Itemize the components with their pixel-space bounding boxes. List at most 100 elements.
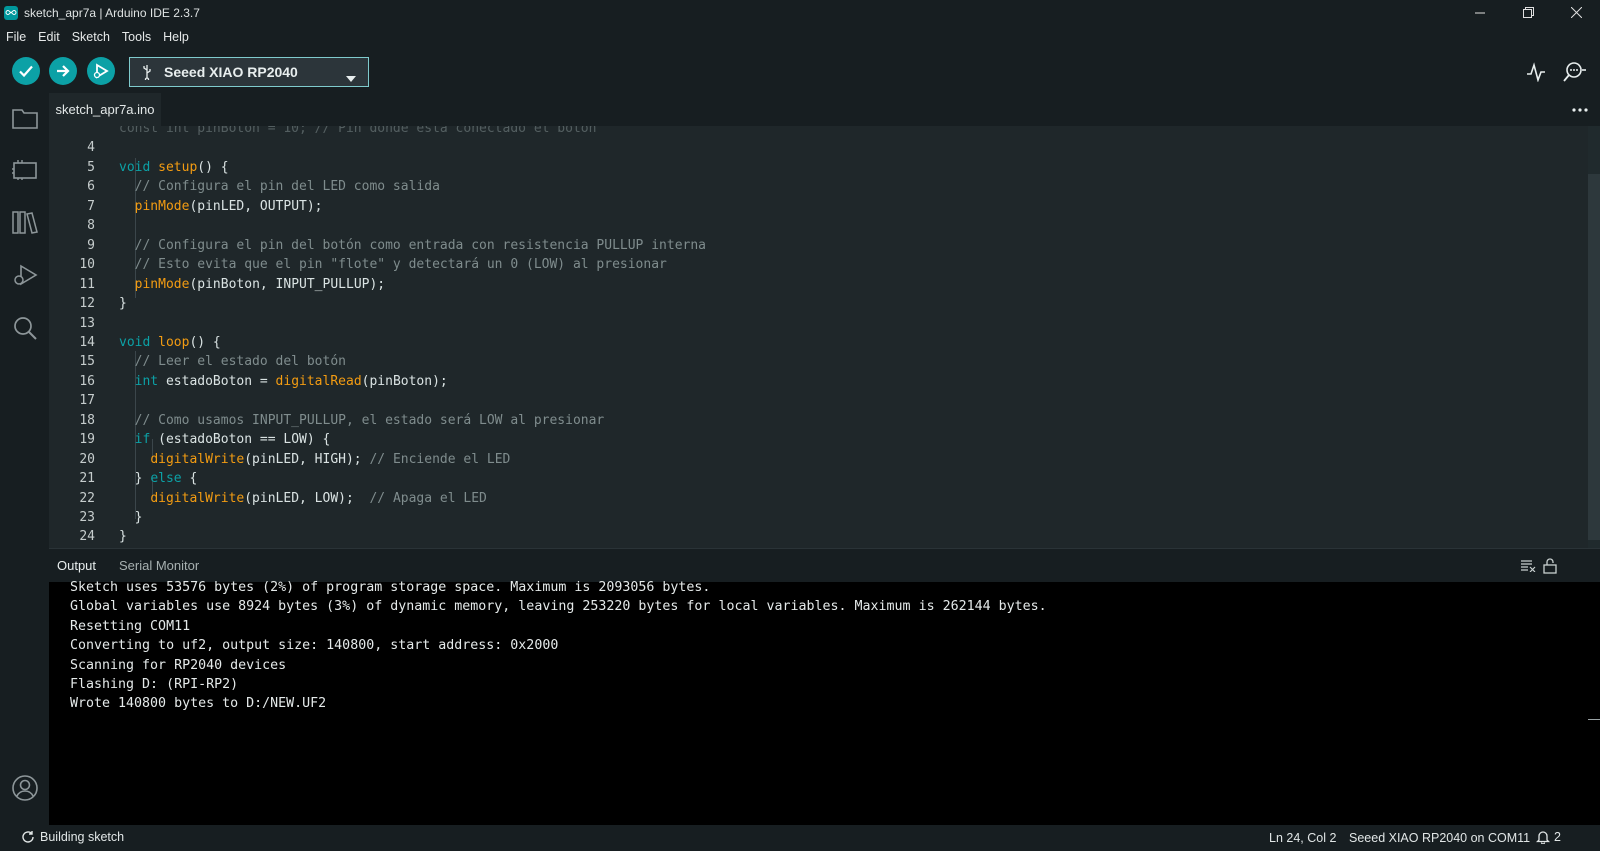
code-line[interactable]: const int pinBoton = 10; // Pin donde es… <box>49 126 1589 139</box>
code-line[interactable]: 11 pinMode(pinBoton, INPUT_PULLUP); <box>49 275 1589 295</box>
search-icon[interactable] <box>11 314 39 342</box>
output-line: Flashing D: (RPI-RP2) <box>70 677 239 692</box>
code-line[interactable]: 9 // Configura el pin del botón como ent… <box>49 236 1589 256</box>
output-line: Converting to uf2, output size: 140800, … <box>70 638 559 654</box>
close-button[interactable] <box>1552 0 1600 25</box>
chevron-down-icon <box>346 69 356 87</box>
line-number: 21 <box>79 471 95 487</box>
line-number: 11 <box>79 276 95 292</box>
clear-output-icon[interactable] <box>1520 557 1538 575</box>
line-number: 12 <box>79 296 95 312</box>
menu-help[interactable]: Help <box>157 30 195 44</box>
code-line[interactable]: 8 <box>49 216 1589 236</box>
board-port-status[interactable]: Seeed XIAO RP2040 on COM11 <box>1349 831 1530 845</box>
code-text: } <box>119 508 143 528</box>
code-line[interactable]: 19 if (estadoBoton == LOW) { <box>49 430 1589 450</box>
line-number: 10 <box>79 257 95 273</box>
code-line[interactable]: 22 digitalWrite(pinLED, LOW); // Apaga e… <box>49 489 1589 509</box>
window-title: sketch_apr7a | Arduino IDE 2.3.7 <box>24 5 200 20</box>
verify-button[interactable] <box>12 57 40 85</box>
lock-icon[interactable] <box>1541 557 1559 575</box>
folder-icon[interactable] <box>11 104 39 132</box>
code-text: digitalWrite(pinLED, LOW); // Apaga el L… <box>119 489 487 509</box>
toolbar: Seeed XIAO RP2040 <box>0 49 1600 93</box>
upload-button[interactable] <box>49 57 77 85</box>
cursor-position[interactable]: Ln 24, Col 2 <box>1269 831 1336 845</box>
code-line[interactable]: 6 // Configura el pin del LED como salid… <box>49 177 1589 197</box>
line-number: 20 <box>79 451 95 467</box>
output-line: Scanning for RP2040 devices <box>70 657 287 673</box>
menu-tools[interactable]: Tools <box>116 30 157 44</box>
restore-button[interactable] <box>1504 0 1552 25</box>
scrollbar-thumb[interactable] <box>1588 174 1600 540</box>
board-name: Seeed XIAO RP2040 <box>164 64 298 80</box>
notifications-button[interactable]: 2 <box>1536 830 1561 844</box>
code-line[interactable]: 16 int estadoBoton = digitalRead(pinBoto… <box>49 372 1589 392</box>
code-line[interactable]: 7 pinMode(pinLED, OUTPUT); <box>49 197 1589 217</box>
code-editor[interactable]: const int pinBoton = 10; // Pin donde es… <box>49 126 1600 548</box>
code-line[interactable]: 4 <box>49 138 1589 158</box>
code-line[interactable]: 15 // Leer el estado del botón <box>49 352 1589 372</box>
code-text: const int pinBoton = 10; // Pin donde es… <box>119 126 596 139</box>
output-console[interactable]: Sketch uses 53576 bytes (2%) of program … <box>49 580 1600 825</box>
code-line[interactable]: 12} <box>49 294 1589 314</box>
code-text: digitalWrite(pinLED, HIGH); // Enciende … <box>119 450 510 470</box>
code-text: void setup() { <box>119 158 229 178</box>
serial-monitor-button[interactable] <box>1561 59 1587 85</box>
code-token: loop <box>158 334 190 350</box>
code-text: pinMode(pinLED, OUTPUT); <box>119 197 323 217</box>
editor-scrollbar[interactable] <box>1588 126 1600 548</box>
menu-file[interactable]: File <box>0 30 32 44</box>
menu-bar: File Edit Sketch Tools Help <box>0 25 1600 49</box>
output-scrollbar[interactable] <box>1588 582 1600 825</box>
more-icon[interactable] <box>1570 100 1590 120</box>
code-text: // Configura el pin del botón como entra… <box>119 236 706 256</box>
debug-button[interactable] <box>87 57 115 85</box>
tab-output-label: Output <box>57 558 97 573</box>
code-text: if (estadoBoton == LOW) { <box>119 430 331 450</box>
code-line[interactable]: 21 } else { <box>49 469 1589 489</box>
build-status-text: Building sketch <box>40 830 125 844</box>
code-text: } <box>119 527 127 547</box>
code-line[interactable]: 24} <box>49 527 1589 547</box>
status-bar: Building sketch Ln 24, Col 2 Seeed XIAO … <box>0 825 1600 851</box>
minimize-button[interactable] <box>1456 0 1504 25</box>
account-icon[interactable] <box>11 774 39 802</box>
code-line[interactable]: 5 void setup() { <box>49 158 1589 178</box>
serial-plotter-button[interactable] <box>1523 59 1549 85</box>
output-line: Sketch uses 53576 bytes (2%) of program … <box>70 580 711 595</box>
code-token: } <box>119 529 127 545</box>
code-line[interactable]: 18 // Como usamos INPUT_PULLUP, el estad… <box>49 411 1589 431</box>
line-number: 18 <box>79 412 95 428</box>
code-line[interactable]: 17 <box>49 391 1589 411</box>
magnifier-dots-icon <box>1563 62 1586 82</box>
code-line[interactable]: 23 } <box>49 508 1589 528</box>
bell-icon <box>1536 831 1550 844</box>
code-text: } <box>119 294 127 314</box>
library-icon[interactable] <box>11 208 39 236</box>
output-line: Resetting COM11 <box>70 618 191 634</box>
debug-icon[interactable] <box>11 261 39 289</box>
line-number: 16 <box>79 373 95 389</box>
menu-edit[interactable]: Edit <box>32 30 66 44</box>
code-token: void <box>119 159 151 175</box>
board-manager-icon[interactable] <box>11 156 39 184</box>
line-number: 23 <box>79 510 95 525</box>
code-token: } <box>119 510 143 525</box>
code-line[interactable]: 14 void loop() { <box>49 333 1589 353</box>
code-line[interactable]: 13 <box>49 314 1589 334</box>
code-line[interactable]: 10 // Esto evita que el pin "flote" y de… <box>49 255 1589 275</box>
line-number: 7 <box>87 198 95 214</box>
code-token: (pinBoton); <box>361 373 448 389</box>
menu-sketch[interactable]: Sketch <box>66 30 116 44</box>
code-text: // Leer el estado del botón <box>119 352 346 372</box>
tab-sketch-file[interactable]: sketch_apr7a.ino <box>49 93 161 126</box>
arduino-logo-icon <box>4 5 18 20</box>
code-line[interactable]: 20 digitalWrite(pinLED, HIGH); // Encien… <box>49 450 1589 470</box>
board-selector[interactable]: Seeed XIAO RP2040 <box>129 57 369 87</box>
